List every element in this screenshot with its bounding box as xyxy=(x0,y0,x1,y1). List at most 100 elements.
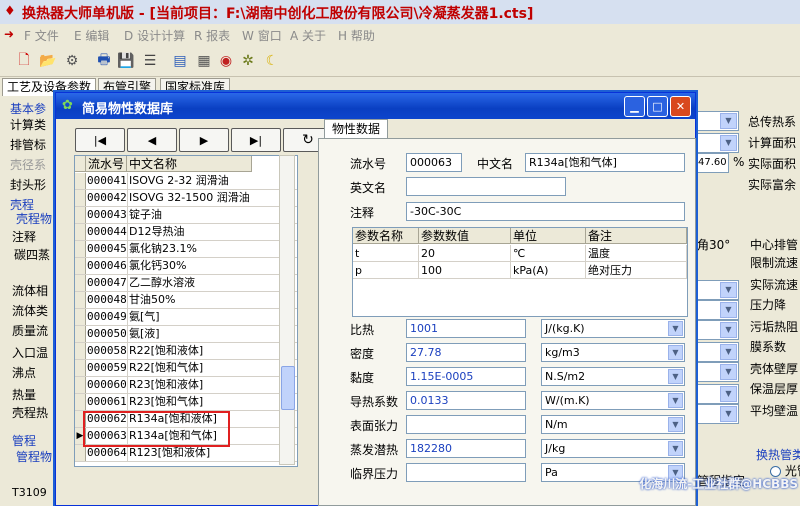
property-value-field[interactable]: 0.0133 xyxy=(406,391,526,410)
row-name[interactable]: ISOVG 2-32 润滑油 xyxy=(127,173,229,189)
table-row[interactable]: 000048 甘油50% xyxy=(75,292,297,309)
row-selector[interactable] xyxy=(75,377,86,393)
unit-select[interactable]: N.S/m2 ▼ xyxy=(541,367,685,386)
save-icon[interactable]: 💾 xyxy=(116,51,136,71)
bg-select[interactable]: ▼ xyxy=(697,111,739,131)
close-button[interactable]: ✕ xyxy=(670,96,691,117)
prev-record-button[interactable]: ◀ xyxy=(127,128,177,152)
bg-percent-field[interactable]: 47.60 xyxy=(697,153,729,173)
first-record-button[interactable]: |◀ xyxy=(75,128,125,152)
param-cell[interactable]: 20 xyxy=(419,245,511,262)
row-name[interactable]: 氯化钙30% xyxy=(127,258,186,274)
row-id[interactable]: 000061 xyxy=(86,394,128,410)
bg-select[interactable]: ▼ xyxy=(697,320,739,340)
table-row[interactable]: 000046 氯化钙30% xyxy=(75,258,297,275)
bg-select[interactable]: ▼ xyxy=(697,133,739,153)
row-id[interactable]: 000048 xyxy=(86,292,128,308)
property-value-field[interactable]: 182280 xyxy=(406,439,526,458)
settings-icon[interactable]: ⚙ xyxy=(62,51,82,71)
cn-name-field[interactable]: R134a[饱和气体] xyxy=(525,153,685,172)
param-cell[interactable]: ℃ xyxy=(511,245,586,262)
tab-property-data[interactable]: 物性数据 xyxy=(324,119,388,140)
property-value-field[interactable]: 1001 xyxy=(406,319,526,338)
open-icon[interactable]: 📂 xyxy=(38,51,58,71)
new-file-icon[interactable]: 🗋 xyxy=(14,51,34,71)
row-id[interactable]: 000060 xyxy=(86,377,128,393)
row-name[interactable]: D12导热油 xyxy=(127,224,184,240)
row-selector[interactable] xyxy=(75,445,86,461)
row-selector[interactable] xyxy=(75,190,86,206)
param-cell[interactable]: 100 xyxy=(419,262,511,279)
row-id[interactable]: 000049 xyxy=(86,309,128,325)
row-name[interactable]: R123[饱和液体] xyxy=(127,445,210,461)
property-value-field[interactable] xyxy=(406,415,526,434)
parameter-table[interactable]: 参数名称 参数数值 单位 备注 t 20 ℃ 温度 p 100 kPa(A) 绝… xyxy=(352,227,688,317)
table-row[interactable]: 000049 氨[气] xyxy=(75,309,297,326)
table-row[interactable]: 000060 R23[饱和液体] xyxy=(75,377,297,394)
row-name[interactable]: 氯化钠23.1% xyxy=(127,241,197,257)
maximize-button[interactable]: □ xyxy=(647,96,668,117)
unit-select[interactable]: W/(m.K) ▼ xyxy=(541,391,685,410)
property-value-field[interactable]: 27.78 xyxy=(406,343,526,362)
menu-about[interactable]: A 关于 xyxy=(290,27,326,44)
grid-scrollbar[interactable] xyxy=(279,155,295,465)
menu-help[interactable]: H 帮助 xyxy=(338,27,375,44)
en-name-field[interactable] xyxy=(406,177,566,196)
table-row[interactable]: 000043 锭子油 xyxy=(75,207,297,224)
list-icon[interactable]: ☰ xyxy=(140,51,160,71)
row-selector[interactable] xyxy=(75,224,86,240)
param-cell[interactable]: t xyxy=(353,245,419,262)
chevron-down-icon[interactable]: ▼ xyxy=(668,393,683,408)
row-name[interactable]: 锭子油 xyxy=(127,207,162,223)
row-name[interactable]: 甘油50% xyxy=(127,292,175,308)
last-record-button[interactable]: ▶| xyxy=(231,128,281,152)
bg-select[interactable]: ▼ xyxy=(697,280,739,300)
row-id[interactable]: 000042 xyxy=(86,190,128,206)
menu-design-calc[interactable]: D 设计计算 xyxy=(124,27,185,44)
moon-icon[interactable]: ☾ xyxy=(262,51,282,71)
chevron-down-icon[interactable]: ▼ xyxy=(668,441,683,456)
unit-select[interactable]: J/(kg.K) ▼ xyxy=(541,319,685,338)
menu-edit[interactable]: E 编辑 xyxy=(74,27,109,44)
print-preview-icon[interactable]: 🖶 xyxy=(94,51,114,71)
param-cell[interactable]: 绝对压力 xyxy=(586,262,687,279)
row-id[interactable]: 000045 xyxy=(86,241,128,257)
row-name[interactable]: ISOVG 32-1500 润滑油 xyxy=(127,190,250,206)
report-icon[interactable]: ▤ xyxy=(170,51,190,71)
menu-file[interactable]: F 文件 xyxy=(24,27,59,44)
property-value-field[interactable] xyxy=(406,463,526,482)
column-header-name[interactable]: 中文名称 xyxy=(127,156,252,172)
calc-icon[interactable]: ▦ xyxy=(194,51,214,71)
row-name[interactable]: 乙二醇水溶液 xyxy=(127,275,195,291)
target-icon[interactable]: ◉ xyxy=(216,51,236,71)
row-name[interactable]: 氨[气] xyxy=(127,309,160,325)
row-selector[interactable] xyxy=(75,326,86,342)
row-selector[interactable] xyxy=(75,309,86,325)
row-selector[interactable] xyxy=(75,258,86,274)
property-value-field[interactable]: 1.15E-0005 xyxy=(406,367,526,386)
row-name[interactable]: 氨[液] xyxy=(127,326,160,342)
row-selector[interactable] xyxy=(75,360,86,376)
bg-select[interactable]: ▼ xyxy=(697,384,739,404)
unit-select[interactable]: N/m ▼ xyxy=(541,415,685,434)
table-row[interactable]: 000047 乙二醇水溶液 xyxy=(75,275,297,292)
row-name[interactable]: R23[饱和气体] xyxy=(127,394,203,410)
table-row[interactable]: 000064 R123[饱和液体] xyxy=(75,445,297,462)
table-row[interactable]: 000044 D12导热油 xyxy=(75,224,297,241)
bg-select[interactable]: ▼ xyxy=(697,404,739,424)
row-selector[interactable] xyxy=(75,173,86,189)
unit-select[interactable]: J/kg ▼ xyxy=(541,439,685,458)
row-selector[interactable] xyxy=(75,292,86,308)
chevron-down-icon[interactable]: ▼ xyxy=(668,369,683,384)
menu-report[interactable]: R 报表 xyxy=(194,27,230,44)
chevron-down-icon[interactable]: ▼ xyxy=(668,321,683,336)
scroll-thumb[interactable] xyxy=(281,366,295,410)
row-selector[interactable] xyxy=(75,394,86,410)
next-record-button[interactable]: ▶ xyxy=(179,128,229,152)
row-id[interactable]: 000058 xyxy=(86,343,128,359)
unit-select[interactable]: kg/m3 ▼ xyxy=(541,343,685,362)
row-id[interactable]: 000059 xyxy=(86,360,128,376)
row-id[interactable]: 000047 xyxy=(86,275,128,291)
chevron-down-icon[interactable]: ▼ xyxy=(668,417,683,432)
menu-window[interactable]: W 窗口 xyxy=(242,27,282,44)
